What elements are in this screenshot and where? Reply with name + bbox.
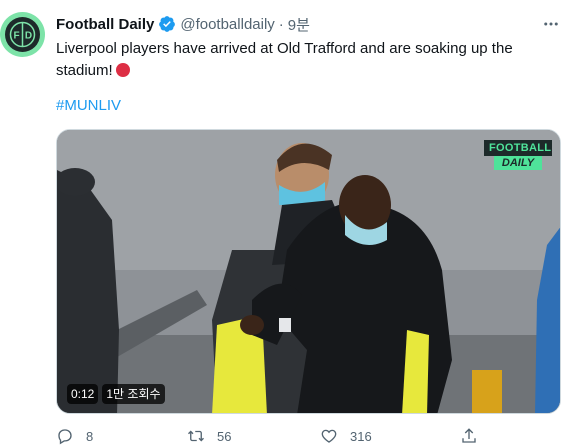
tweet-text: Liverpool players have arrived at Old Tr… [56, 38, 546, 82]
red-circle-emoji-icon [115, 63, 130, 77]
share-button[interactable] [460, 426, 478, 446]
like-button[interactable]: 316 [320, 426, 372, 446]
video-player[interactable]: FOOTBALL DAILY 0:12 1만 조회수 [56, 129, 561, 414]
author-handle[interactable]: @footballdaily [180, 16, 274, 33]
reply-count: 8 [86, 428, 94, 444]
like-count: 316 [350, 428, 372, 444]
avatar-letter-f: F [13, 31, 19, 42]
retweet-count: 56 [217, 428, 232, 444]
avatar-letter-d: D [25, 31, 32, 42]
share-icon [462, 428, 476, 443]
video-frame [57, 130, 560, 413]
tweet-article[interactable]: F D Football Daily @footballdaily · 9분 L… [0, 0, 571, 448]
video-duration: 0:12 [67, 384, 99, 404]
retweet-icon [188, 430, 204, 442]
video-views: 1만 조회수 [102, 384, 165, 404]
video-badges: 0:12 1만 조회수 [67, 384, 165, 404]
avatar-logo: F D [5, 17, 40, 52]
brand-watermark-bottom: DAILY [494, 156, 542, 170]
retweet-button[interactable]: 56 [187, 426, 231, 446]
verified-badge-icon [158, 15, 176, 33]
reply-icon [58, 429, 72, 445]
separator-dot: · [278, 15, 284, 33]
tweet-time[interactable]: 9분 [288, 14, 310, 35]
tweet-header: Football Daily @footballdaily · 9분 [56, 14, 310, 34]
tweet-actions: 8 56 316 [56, 426, 486, 448]
more-options-icon[interactable] [541, 14, 561, 34]
heart-icon [321, 429, 337, 443]
reply-button[interactable]: 8 [56, 426, 93, 446]
brand-watermark-top: FOOTBALL [484, 140, 552, 156]
avatar[interactable]: F D [0, 12, 45, 57]
hashtag-link[interactable]: #MUNLIV [56, 97, 121, 114]
author-name[interactable]: Football Daily [56, 16, 154, 33]
brand-watermark: FOOTBALL DAILY [484, 140, 552, 170]
